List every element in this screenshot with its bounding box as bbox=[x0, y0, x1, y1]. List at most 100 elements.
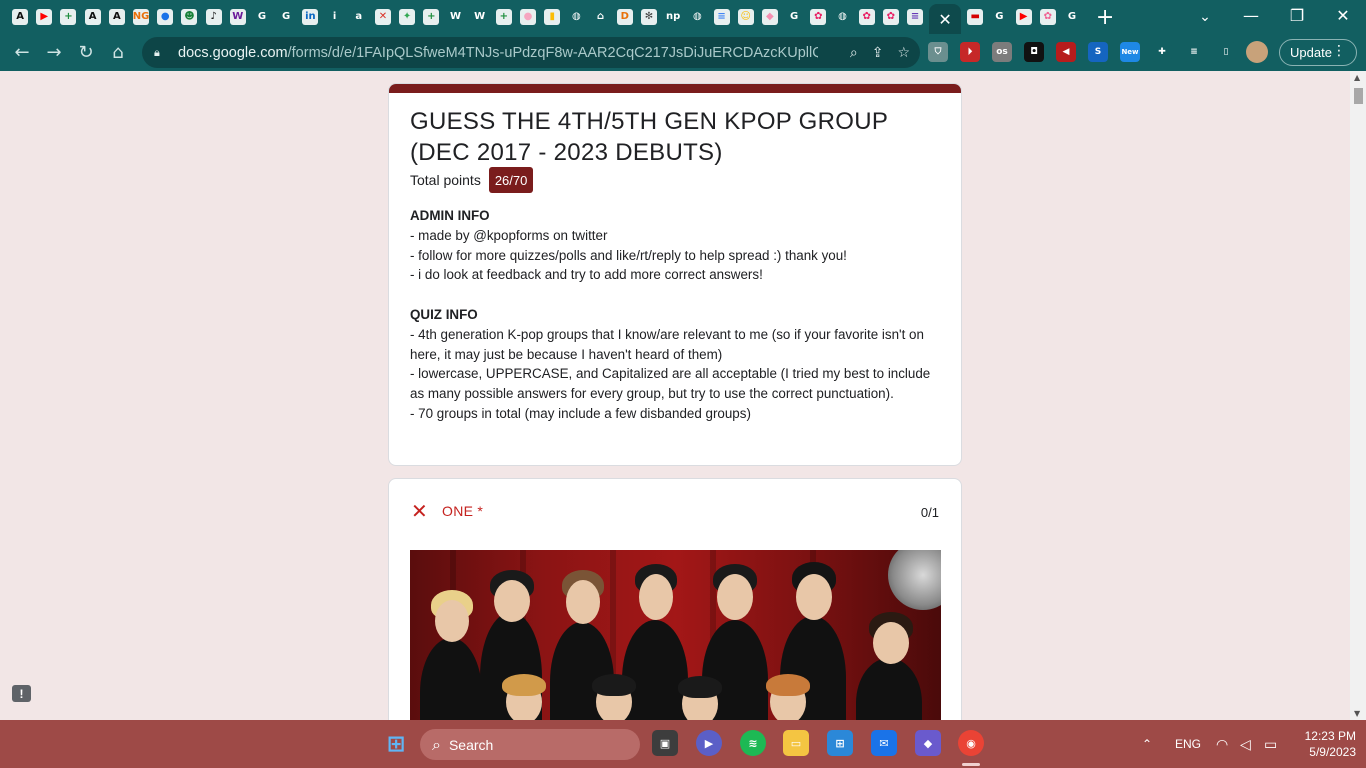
taskbar-search[interactable]: ⌕ Search bbox=[420, 729, 640, 760]
browser-tab[interactable]: + bbox=[492, 0, 516, 34]
browser-tab[interactable]: ✿ bbox=[855, 0, 879, 34]
browser-tab[interactable]: ✿ bbox=[806, 0, 830, 34]
task-view-icon[interactable]: ▣ bbox=[652, 730, 678, 756]
copilot-app-icon[interactable]: ◆ bbox=[915, 730, 941, 756]
browser-tab[interactable]: ✕ bbox=[371, 0, 395, 34]
admin-line: - made by @kpopforms on twitter bbox=[410, 227, 608, 243]
browser-tab[interactable]: ● bbox=[516, 0, 540, 34]
restore-icon[interactable]: ❐ bbox=[1274, 0, 1320, 30]
browser-tab[interactable]: ◍ bbox=[830, 0, 854, 34]
browser-tab[interactable]: ⌂ bbox=[589, 0, 613, 34]
browser-tab[interactable]: ✻ bbox=[637, 0, 661, 34]
browser-tab[interactable]: ≡ bbox=[709, 0, 733, 34]
browser-tab[interactable]: D bbox=[613, 0, 637, 34]
browser-tab[interactable]: W bbox=[443, 0, 467, 34]
puzzle-ext-icon[interactable]: ✚ bbox=[1152, 42, 1172, 62]
record-ext-icon[interactable]: ⏵ bbox=[960, 42, 980, 62]
stage-light bbox=[888, 550, 941, 610]
media-ext-icon[interactable]: ≡ bbox=[1184, 42, 1204, 62]
update-label: Update bbox=[1290, 45, 1332, 60]
browser-tab[interactable]: ● bbox=[153, 0, 177, 34]
browser-tab[interactable]: G bbox=[274, 0, 298, 34]
browser-tab[interactable]: A bbox=[105, 0, 129, 34]
browser-tab[interactable]: ▮ bbox=[540, 0, 564, 34]
scroll-down-icon[interactable]: ▼ bbox=[1354, 709, 1360, 718]
volume-ext-icon[interactable]: ◀ bbox=[1056, 42, 1076, 62]
zoom-icon[interactable]: ⌕ bbox=[850, 45, 858, 61]
scroll-thumb[interactable] bbox=[1354, 88, 1363, 104]
browser-tab[interactable]: G bbox=[987, 0, 1011, 34]
sidebar-ext-icon[interactable]: ▯ bbox=[1216, 42, 1236, 62]
profile-avatar[interactable] bbox=[1246, 41, 1268, 63]
shazam-ext-icon[interactable]: S bbox=[1088, 42, 1108, 62]
browser-tab[interactable]: ✿ bbox=[879, 0, 903, 34]
browser-tab[interactable]: G bbox=[782, 0, 806, 34]
browser-tab[interactable]: ♪ bbox=[202, 0, 226, 34]
browser-tab[interactable]: G bbox=[1060, 0, 1084, 34]
more-menu-icon[interactable]: ⋮ bbox=[1332, 43, 1346, 59]
address-bar[interactable]: 🔒︎ docs.google.com/forms/d/e/1FAIpQLSfwe… bbox=[142, 37, 920, 68]
report-feedback-icon[interactable]: ! bbox=[12, 685, 31, 702]
language-indicator[interactable]: ENG bbox=[1175, 720, 1201, 768]
close-tab-icon[interactable]: ✕ bbox=[938, 10, 951, 29]
back-icon[interactable]: ← bbox=[6, 37, 38, 69]
volume-icon[interactable]: ◁ bbox=[1240, 720, 1251, 768]
browser-tab[interactable]: NG bbox=[129, 0, 153, 34]
new-ext-icon[interactable]: New bbox=[1120, 42, 1140, 62]
forward-icon[interactable]: → bbox=[38, 37, 70, 69]
home-icon[interactable]: ⌂ bbox=[102, 37, 134, 69]
browser-tab[interactable]: W bbox=[468, 0, 492, 34]
browser-tab[interactable]: ◆ bbox=[758, 0, 782, 34]
browser-tab[interactable]: ≡ bbox=[903, 0, 927, 34]
wifi-icon[interactable]: ◠ bbox=[1216, 720, 1228, 768]
os-ext-icon[interactable]: os bbox=[992, 42, 1012, 62]
browser-tab[interactable]: ☺ bbox=[734, 0, 758, 34]
browser-tab[interactable]: ◍ bbox=[564, 0, 588, 34]
browser-tab[interactable]: ☻ bbox=[177, 0, 201, 34]
browser-tab[interactable]: W bbox=[226, 0, 250, 34]
microsoft-store-icon[interactable]: ⊞ bbox=[827, 730, 853, 756]
spotify-icon[interactable]: ≋ bbox=[740, 730, 766, 756]
browser-tab[interactable]: + bbox=[419, 0, 443, 34]
file-explorer-icon[interactable]: ▭ bbox=[783, 730, 809, 756]
browser-tab[interactable]: ▶ bbox=[32, 0, 56, 34]
battery-icon[interactable]: ▭ bbox=[1264, 720, 1277, 768]
browser-tab[interactable]: A bbox=[81, 0, 105, 34]
system-clock[interactable]: 12:23 PM 5/9/2023 bbox=[1290, 728, 1356, 760]
teams-chat-icon[interactable]: ▶ bbox=[696, 730, 722, 756]
omnibox-actions: ⌕ ⇪ ☆ bbox=[850, 37, 910, 68]
bookmark-star-icon[interactable]: ☆ bbox=[897, 45, 910, 61]
active-app-indicator bbox=[962, 763, 980, 766]
new-tab-icon[interactable]: + bbox=[1090, 0, 1120, 34]
browser-tab[interactable]: i bbox=[322, 0, 346, 34]
browser-tab[interactable]: + bbox=[56, 0, 80, 34]
badge-ext-icon[interactable]: ◘ bbox=[1024, 42, 1044, 62]
url-text[interactable]: docs.google.com/forms/d/e/1FAIpQLSfweM4T… bbox=[178, 45, 818, 61]
chrome-taskbar-icon[interactable]: ◉ bbox=[958, 730, 984, 756]
share-icon[interactable]: ⇪ bbox=[872, 45, 884, 61]
mail-icon[interactable]: ✉ bbox=[871, 730, 897, 756]
browser-tab[interactable]: in bbox=[298, 0, 322, 34]
windows-start-icon[interactable]: ⊞ bbox=[383, 731, 409, 757]
smile-yellow-icon: ☺ bbox=[737, 9, 754, 25]
browser-tab[interactable]: ✦ bbox=[395, 0, 419, 34]
browser-tab[interactable]: ▶ bbox=[1012, 0, 1036, 34]
reload-icon[interactable]: ↻ bbox=[70, 37, 102, 69]
active-tab[interactable]: ✕ bbox=[929, 4, 962, 34]
tab-search-icon[interactable]: ⌄ bbox=[1194, 6, 1216, 28]
browser-tab[interactable]: A bbox=[8, 0, 32, 34]
shield-ext-icon[interactable]: ⛉ bbox=[928, 42, 948, 62]
question-card: ✕ ONE * 0/1 bbox=[388, 478, 962, 720]
update-button[interactable]: Update ⋮ bbox=[1279, 39, 1357, 66]
show-hidden-icons[interactable]: ⌃ bbox=[1142, 720, 1152, 768]
scroll-up-icon[interactable]: ▲ bbox=[1354, 73, 1360, 82]
browser-tab[interactable]: a bbox=[347, 0, 371, 34]
browser-tab[interactable]: np bbox=[661, 0, 685, 34]
page-scrollbar[interactable]: ▲ ▼ bbox=[1350, 71, 1366, 720]
browser-tab[interactable]: G bbox=[250, 0, 274, 34]
browser-tab[interactable]: ✿ bbox=[1036, 0, 1060, 34]
browser-tab[interactable]: ◍ bbox=[685, 0, 709, 34]
minimize-icon[interactable]: — bbox=[1228, 0, 1274, 30]
browser-tab[interactable]: ▬ bbox=[963, 0, 987, 34]
close-window-icon[interactable]: ✕ bbox=[1320, 0, 1366, 30]
